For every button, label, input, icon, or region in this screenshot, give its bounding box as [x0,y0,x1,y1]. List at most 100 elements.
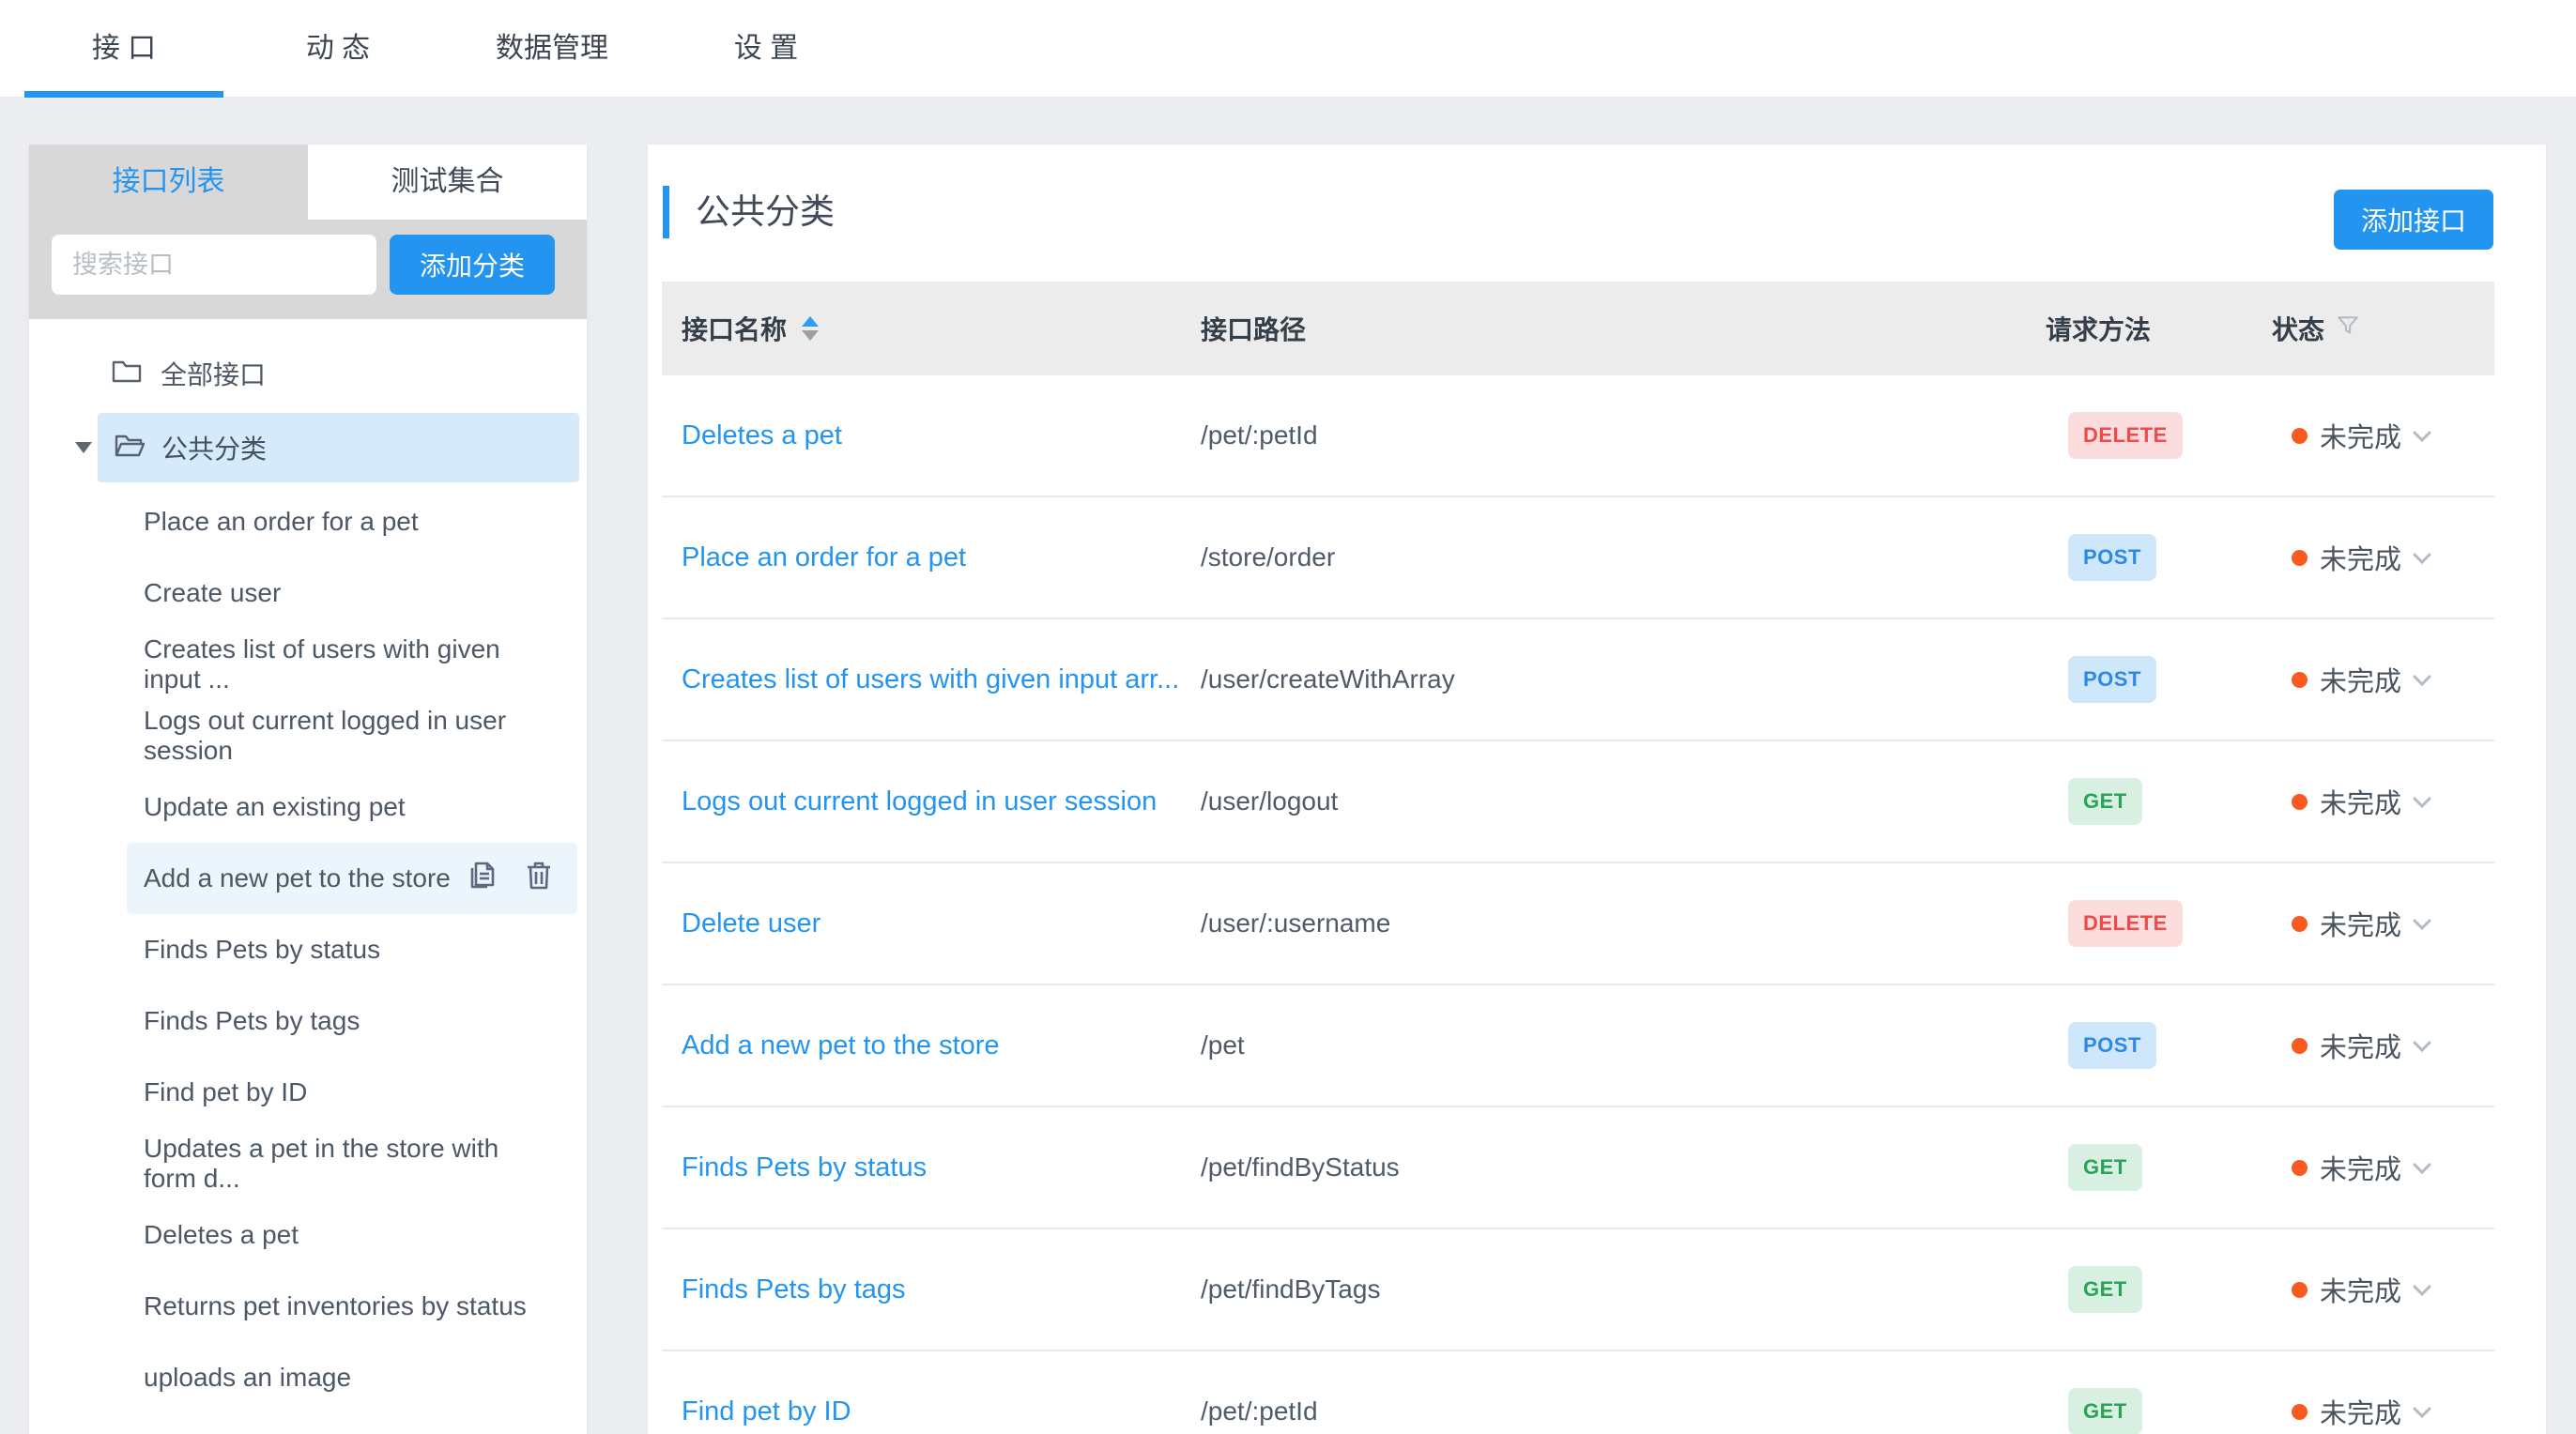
table-row: Creates list of users with given input a… [662,619,2494,741]
tree-item-api[interactable]: Deletes a pet [127,1199,577,1271]
tree-item-category-selected[interactable]: 公共分类 [29,413,579,482]
tree-item-label: Logs out current logged in user session [144,706,553,766]
method-badge: DELETE [2068,412,2183,459]
status-label: 未完成 [2320,416,2401,455]
api-path: /pet/findByTags [1201,1274,2046,1304]
filter-funnel-icon[interactable] [2336,313,2360,344]
tree-item-label: Place an order for a pet [144,507,419,537]
top-nav-tab[interactable]: 数据管理 [452,0,652,98]
api-path: /pet/:petId [1201,420,2046,450]
tree-item-all-apis[interactable]: 全部接口 [29,338,587,409]
sidebar-tab[interactable]: 测试集合 [308,145,587,220]
top-nav-tab-label: 数据管理 [496,33,608,64]
table-row: Delete user /user/:username DELETE 未完成 [662,863,2494,985]
trash-icon[interactable] [525,861,553,897]
main-header: 公共分类 添加接口 [648,145,2546,238]
sidebar: 接口列表测试集合 添加分类 全部接口 公共分类 [29,145,587,1434]
caret-down-icon [802,330,819,341]
status-dropdown[interactable]: 未完成 [2292,1270,2494,1309]
status-dropdown[interactable]: 未完成 [2292,782,2494,821]
tree-item-api[interactable]: Find pet by ID [127,1057,577,1128]
api-path: /user/logout [1201,786,2046,816]
status-label: 未完成 [2320,1026,2401,1065]
chevron-down-icon [2413,545,2431,564]
status-dropdown[interactable]: 未完成 [2292,660,2494,699]
status-label: 未完成 [2320,538,2401,577]
tree-item-label: uploads an image [144,1363,351,1393]
tree-item-api[interactable]: Add a new pet to the store [127,843,577,914]
search-input[interactable] [52,235,376,295]
api-name-link[interactable]: Add a new pet to the store [682,1030,1201,1061]
sidebar-tab[interactable]: 接口列表 [29,145,308,220]
tree-item-api[interactable]: Create user [127,557,577,629]
status-dropdown[interactable]: 未完成 [2292,538,2494,577]
tree-item-api[interactable]: uploads an image [127,1342,577,1413]
status-label: 未完成 [2320,1270,2401,1309]
tree-item-api[interactable]: Updates a pet in the store with form d..… [127,1128,577,1199]
status-dropdown[interactable]: 未完成 [2292,904,2494,943]
table-header-row: 接口名称 接口路径 请求方法 状态 [662,282,2494,375]
tree-item-label: Deletes a pet [144,1220,299,1250]
api-path: /pet [1201,1030,2046,1060]
add-category-button[interactable]: 添加分类 [390,235,555,295]
top-nav-tab-label: 接 口 [92,33,156,64]
column-header-path: 接口路径 [1201,310,2046,347]
api-name-link[interactable]: Logs out current logged in user session [682,786,1201,817]
top-nav-tab[interactable]: 接 口 [24,0,223,98]
column-header-label: 接口名称 [682,310,787,347]
tree-item-label: Add a new pet to the store [144,863,451,893]
api-name-link[interactable]: Finds Pets by status [682,1152,1201,1183]
status-dot-icon [2292,550,2308,566]
top-nav-tab[interactable]: 动 态 [238,0,437,98]
tree-item-api[interactable]: Creates list of users with given input .… [127,629,577,700]
method-badge: DELETE [2068,900,2183,947]
column-header-method: 请求方法 [2046,310,2272,347]
tree-item-api[interactable]: Finds Pets by status [127,914,577,985]
chevron-down-icon [2413,423,2431,442]
caret-up-icon [802,316,819,327]
status-dropdown[interactable]: 未完成 [2292,1026,2494,1065]
column-header-status: 状态 [2272,310,2494,347]
caret-down-icon[interactable] [75,442,92,453]
copy-icon[interactable] [468,861,497,897]
status-dropdown[interactable]: 未完成 [2292,416,2494,455]
api-name-link[interactable]: Find pet by ID [682,1396,1201,1427]
top-nav-tab[interactable]: 设 置 [667,0,866,98]
top-nav-tab-label: 设 置 [734,33,798,64]
add-api-button[interactable]: 添加接口 [2334,190,2493,250]
column-header-name[interactable]: 接口名称 [682,310,1201,347]
api-name-link[interactable]: Finds Pets by tags [682,1274,1201,1305]
table-row: Finds Pets by status /pet/findByStatus G… [662,1107,2494,1229]
tree-item-api[interactable]: Returns pet inventories by status [127,1271,577,1342]
tree-item-label: 公共分类 [161,429,267,466]
chevron-down-icon [2413,911,2431,930]
tree-item-label: Create user [144,578,281,608]
tree-leaves: Place an order for a pet [29,486,587,1413]
status-dropdown[interactable]: 未完成 [2292,1392,2494,1431]
top-nav: 接 口 动 态 数据管理 设 置 [0,0,2576,98]
api-path: /user/createWithArray [1201,664,2046,694]
status-label: 未完成 [2320,1392,2401,1431]
tree-item-api[interactable]: Update an existing pet [127,771,577,843]
folder-closed-icon [112,358,142,390]
page-title: 公共分类 [663,186,835,238]
api-name-link[interactable]: Deletes a pet [682,420,1201,451]
api-name-link[interactable]: Delete user [682,908,1201,939]
api-tree: 全部接口 公共分类 Place an order for a pet [29,319,587,1413]
api-name-link[interactable]: Creates list of users with given input a… [682,664,1201,695]
tree-item-api[interactable]: Logs out current logged in user session [127,700,577,771]
tree-item-label: Updates a pet in the store with form d..… [144,1134,553,1194]
selected-category-highlight: 公共分类 [98,413,579,482]
api-path: /pet/findByStatus [1201,1152,2046,1182]
tree-item-label: 全部接口 [161,355,266,392]
status-dropdown[interactable]: 未完成 [2292,1148,2494,1187]
api-path: /pet/:petId [1201,1396,2046,1426]
tree-item-api[interactable]: Finds Pets by tags [127,985,577,1057]
sort-icon[interactable] [802,316,819,341]
status-dot-icon [2292,672,2308,688]
tree-item-api[interactable]: Place an order for a pet [127,486,577,557]
api-name-link[interactable]: Place an order for a pet [682,542,1201,573]
table-row: Find pet by ID /pet/:petId GET 未完成 [662,1351,2494,1434]
tree-item-label: Find pet by ID [144,1077,307,1107]
column-header-label: 接口路径 [1201,310,1306,347]
